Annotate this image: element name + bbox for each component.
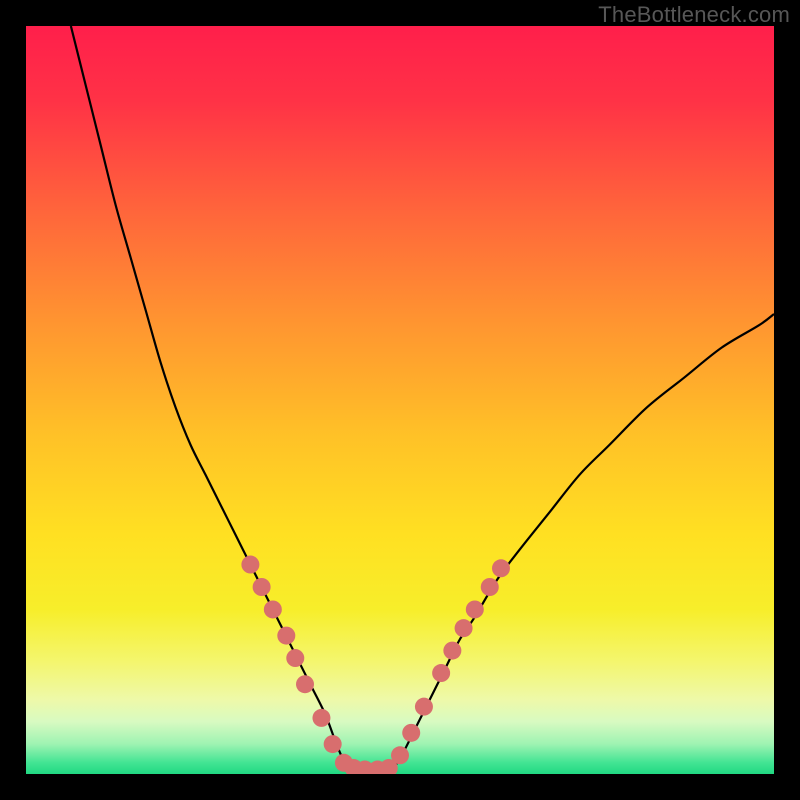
- marker-dot: [415, 698, 433, 716]
- marker-dot: [286, 649, 304, 667]
- marker-dot: [455, 619, 473, 637]
- curve-right-curve: [393, 314, 774, 770]
- marker-dot: [391, 746, 409, 764]
- marker-dot: [277, 627, 295, 645]
- marker-dot: [296, 675, 314, 693]
- marker-dot: [466, 600, 484, 618]
- marker-dot: [443, 642, 461, 660]
- marker-dot: [312, 709, 330, 727]
- plot-area: [26, 26, 774, 774]
- chart-frame: TheBottleneck.com: [0, 0, 800, 800]
- marker-dot: [253, 578, 271, 596]
- marker-dot: [481, 578, 499, 596]
- marker-dot: [241, 556, 259, 574]
- marker-dot: [492, 559, 510, 577]
- marker-dot: [324, 735, 342, 753]
- curve-left-curve: [71, 26, 348, 770]
- watermark-text: TheBottleneck.com: [598, 2, 790, 28]
- marker-dot: [432, 664, 450, 682]
- chart-svg: [26, 26, 774, 774]
- marker-dot: [402, 724, 420, 742]
- marker-dot: [264, 600, 282, 618]
